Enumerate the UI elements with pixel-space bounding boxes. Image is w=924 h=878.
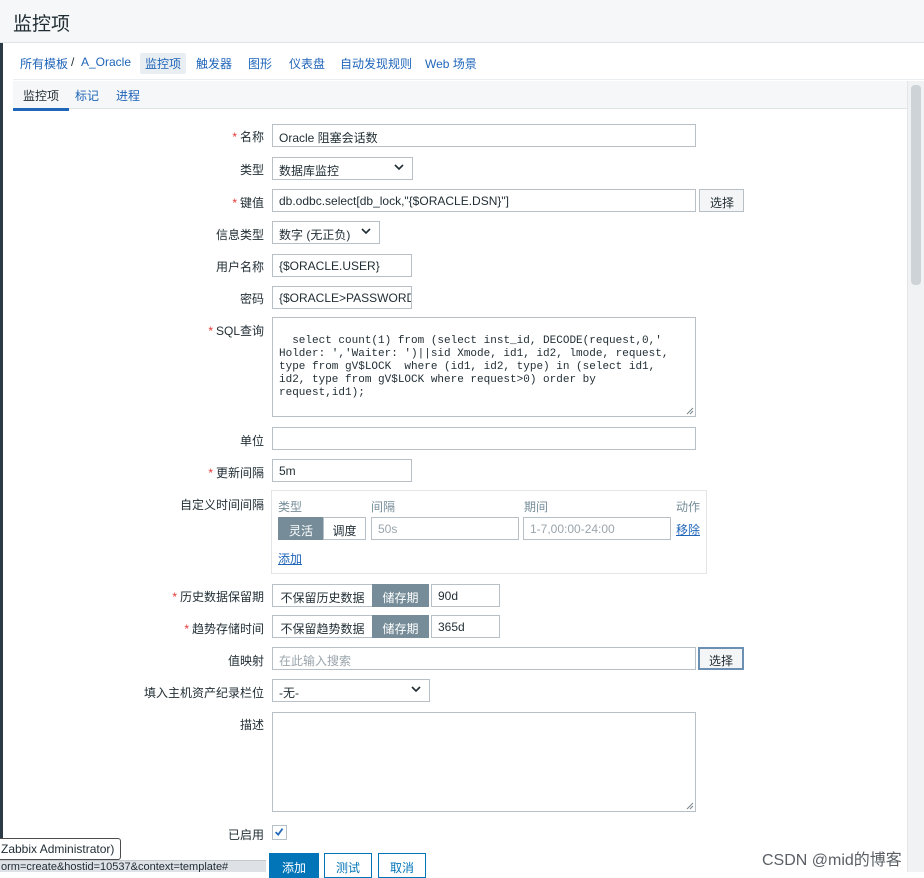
cancel-button[interactable]: 取消 (378, 853, 427, 878)
valuemap-search-input[interactable]: 在此输入搜索 (272, 647, 696, 670)
units-label: 单位 (239, 434, 264, 448)
interval-input[interactable]: 5m (272, 459, 412, 482)
name-input[interactable]: Oracle 阻塞会话数 (272, 124, 696, 147)
browser-status-url: orm=create&hostid=10537&context=template… (0, 860, 266, 872)
interval-label: * 更新间隔 (208, 466, 264, 480)
resize-grip-icon[interactable] (686, 407, 694, 415)
tab-bar: 监控项 标记 进程 (13, 81, 924, 111)
name-label: * 名称 (232, 130, 264, 144)
type-select[interactable]: 数据库监控 (272, 157, 413, 180)
breadcrumb-template[interactable]: A_Oracle (81, 55, 131, 69)
valuemap-select-button[interactable]: 选择 (698, 647, 744, 670)
ci-remove-link[interactable]: 移除 (676, 521, 700, 538)
valuemap-label: 值映射 (227, 654, 264, 668)
chevron-down-icon (361, 228, 371, 235)
history-period-input[interactable]: 90d (431, 584, 500, 607)
ci-period-header: 期间 (524, 500, 549, 514)
trends-period-input[interactable]: 365d (431, 615, 500, 638)
units-input[interactable] (272, 427, 696, 450)
resize-grip-icon[interactable] (686, 802, 694, 810)
user-tooltip: Zabbix Administrator) (0, 838, 121, 860)
ci-scheduling-toggle[interactable]: 调度 (323, 517, 366, 540)
tab-item[interactable]: 监控项 (13, 87, 70, 111)
scrollbar-thumb[interactable] (911, 85, 921, 285)
test-button[interactable]: 测试 (324, 853, 373, 878)
chevron-down-icon (394, 164, 404, 171)
sql-query-textarea[interactable]: select count(1) from (select inst_id, DE… (272, 317, 696, 417)
tab-preprocessing[interactable]: 进程 (116, 87, 140, 104)
ci-flexible-toggle[interactable]: 灵活 (278, 517, 324, 540)
ci-period-input[interactable]: 1-7,00:00-24:00 (523, 517, 671, 540)
breadcrumb-dashboards[interactable]: 仪表盘 (289, 55, 325, 72)
breadcrumb-items[interactable]: 监控项 (140, 53, 187, 74)
key-input[interactable]: db.odbc.select[db_lock,"{$ORACLE.DSN}"] (272, 189, 696, 212)
ci-action-header: 动作 (676, 500, 701, 514)
sql-query-text: select count(1) from (select inst_id, DE… (279, 335, 669, 399)
ci-interval-header: 间隔 (371, 500, 396, 514)
enabled-label: 已启用 (227, 828, 264, 842)
history-storage-toggle[interactable]: 储存期 (372, 584, 429, 607)
info-type-label: 信息类型 (215, 228, 264, 242)
custom-intervals-table: 类型 间隔 期间 动作 灵活 调度 50s 1-7,00:00-24:00 移除… (271, 490, 707, 574)
breadcrumb-triggers[interactable]: 触发器 (196, 55, 232, 72)
ci-interval-input[interactable]: 50s (371, 517, 519, 540)
inventory-label: 填入主机资产纪录栏位 (143, 686, 264, 700)
enabled-checkbox[interactable] (272, 825, 287, 840)
description-label: 描述 (239, 718, 264, 732)
trends-label: * 趋势存储时间 (184, 622, 264, 636)
page-title: 监控项 (13, 14, 71, 35)
key-label: * 键值 (232, 196, 264, 210)
csdn-watermark: CSDN @mid的博客 (762, 852, 902, 869)
history-label: * 历史数据保留期 (172, 590, 264, 604)
info-type-select[interactable]: 数字 (无正负) (272, 221, 380, 244)
breadcrumb: 所有模板 / A_Oracle 监控项 触发器 图形 仪表盘 自动发现规则 We… (13, 46, 924, 80)
breadcrumb-discovery[interactable]: 自动发现规则 (340, 55, 412, 72)
breadcrumb-web[interactable]: Web 场景 (425, 55, 477, 72)
page-header: 监控项 (0, 0, 924, 43)
left-edge-strip (0, 43, 3, 872)
breadcrumb-separator: / (71, 55, 75, 69)
ci-type-header: 类型 (278, 500, 303, 514)
type-label: 类型 (239, 163, 264, 177)
custom-intervals-label: 自定义时间间隔 (179, 498, 264, 512)
inventory-select[interactable]: -无- (272, 679, 430, 702)
key-select-button[interactable]: 选择 (699, 189, 744, 212)
breadcrumb-all-templates[interactable]: 所有模板 (20, 55, 68, 72)
history-no-keep-toggle[interactable]: 不保留历史数据 (272, 584, 373, 607)
vertical-scrollbar[interactable] (907, 81, 924, 872)
trends-storage-toggle[interactable]: 储存期 (372, 615, 429, 638)
checkmark-icon (274, 828, 284, 837)
breadcrumb-graphs[interactable]: 图形 (248, 55, 272, 72)
password-input[interactable]: {$ORACLE>PASSWORD} (272, 286, 412, 309)
ci-add-link[interactable]: 添加 (278, 550, 302, 567)
username-label: 用户名称 (215, 260, 264, 274)
sql-label: * SQL查询 (208, 324, 264, 338)
tab-tags[interactable]: 标记 (75, 87, 99, 104)
password-label: 密码 (239, 292, 264, 306)
chevron-down-icon (411, 686, 421, 693)
description-textarea[interactable] (272, 712, 696, 812)
username-input[interactable]: {$ORACLE.USER} (272, 254, 412, 277)
trends-no-keep-toggle[interactable]: 不保留趋势数据 (272, 615, 373, 638)
add-button[interactable]: 添加 (269, 853, 320, 878)
